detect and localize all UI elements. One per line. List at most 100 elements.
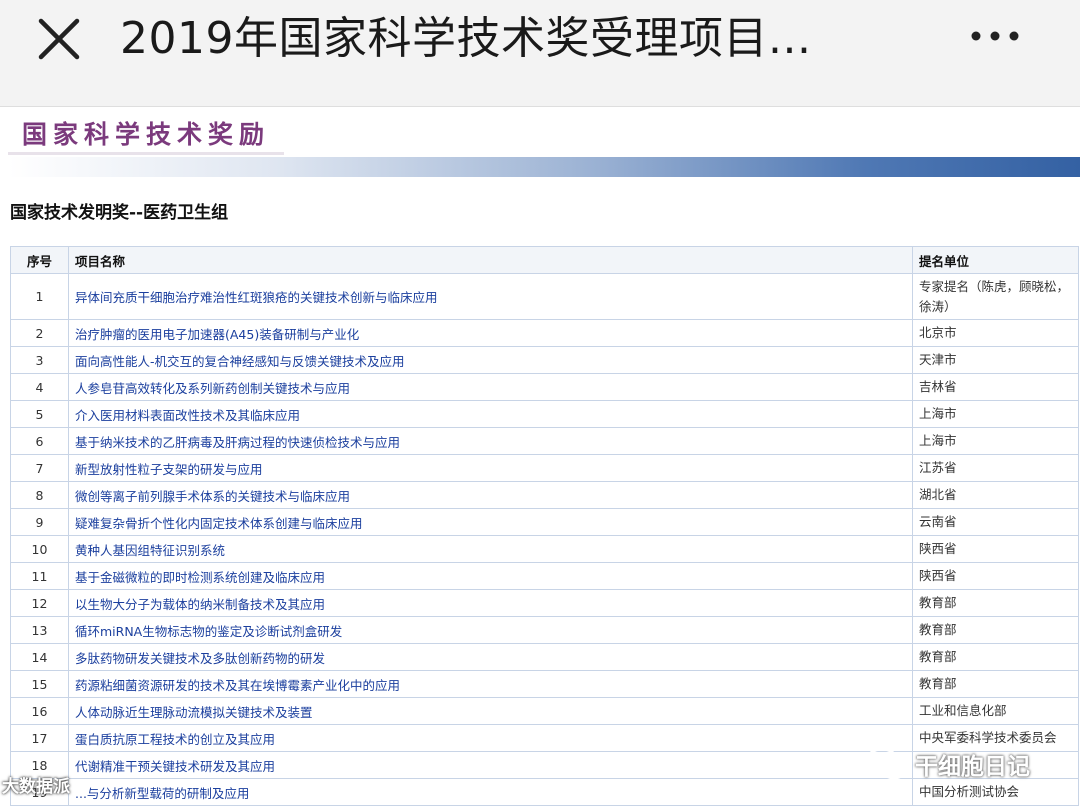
table-row: 4 人参皂苷高效转化及系列新药创制关键技术与应用 吉林省 [10, 373, 1079, 401]
row-nominating-org: 云南省 [912, 508, 1079, 536]
table-row: 3 面向高性能人-机交互的复合神经感知与反馈关键技术及应用 天津市 [10, 346, 1079, 374]
row-project-cell: 治疗肿瘤的医用电子加速器(A45)装备研制与产业化 [68, 319, 913, 347]
banner-gradient-divider [8, 157, 1080, 177]
row-nominating-org: 教育部 [912, 643, 1079, 671]
project-name-link[interactable]: 代谢精准干预关键技术研发及其应用 [75, 759, 275, 774]
row-index: 6 [10, 427, 69, 455]
row-index: 17 [10, 724, 69, 752]
row-project-cell: 多肽药物研发关键技术及多肽创新药物的研发 [68, 643, 913, 671]
row-project-cell: 人体动脉近生理脉动流模拟关键技术及装置 [68, 697, 913, 725]
row-nominating-org: 北京市 [912, 319, 1079, 347]
row-index: 2 [10, 319, 69, 347]
row-nominating-org: 吉林省 [912, 373, 1079, 401]
project-name-link[interactable]: 疑难复杂骨折个性化内固定技术体系创建与临床应用 [75, 516, 363, 531]
row-project-cell: 介入医用材料表面改性技术及其临床应用 [68, 400, 913, 428]
page-title: 2019年国家科学技术奖受理项目... [120, 13, 812, 64]
table-row: 6 基于纳米技术的乙肝病毒及肝病过程的快速侦检技术与应用 上海市 [10, 427, 1079, 455]
more-horizontal-icon [971, 31, 1019, 41]
column-header-name: 项目名称 [68, 246, 913, 274]
row-nominating-org: 湖北省 [912, 481, 1079, 509]
row-index: 12 [10, 589, 69, 617]
row-nominating-org: 江苏省 [912, 454, 1079, 482]
row-project-cell: 新型放射性粒子支架的研发与应用 [68, 454, 913, 482]
row-project-cell: 人参皂苷高效转化及系列新药创制关键技术与应用 [68, 373, 913, 401]
row-nominating-org: 工业和信息化部 [912, 697, 1079, 725]
project-name-link[interactable]: 基于金磁微粒的即时检测系统创建及临床应用 [75, 570, 325, 585]
row-index: 7 [10, 454, 69, 482]
project-name-link[interactable]: 人参皂苷高效转化及系列新药创制关键技术与应用 [75, 381, 350, 396]
project-name-link[interactable]: 人体动脉近生理脉动流模拟关键技术及装置 [75, 705, 313, 720]
project-name-link[interactable]: 微创等离子前列腺手术体系的关键技术与临床应用 [75, 489, 350, 504]
row-index: 11 [10, 562, 69, 590]
corner-watermark: 大数据派 [2, 777, 70, 797]
section-title: 国家技术发明奖--医药卫生组 [10, 203, 229, 223]
row-nominating-org: 陕西省 [912, 562, 1079, 590]
award-banner: 国家科学技术奖励 [8, 115, 284, 155]
row-project-cell: 以生物大分子为载体的纳米制备技术及其应用 [68, 589, 913, 617]
row-index: 1 [10, 273, 69, 320]
table-row: 10 黄种人基因组特征识别系统 陕西省 [10, 535, 1079, 563]
row-project-cell: 疑难复杂骨折个性化内固定技术体系创建与临床应用 [68, 508, 913, 536]
close-icon [38, 18, 80, 60]
project-name-link[interactable]: 以生物大分子为载体的纳米制备技术及其应用 [75, 597, 325, 612]
project-name-link[interactable]: 面向高性能人-机交互的复合神经感知与反馈关键技术及应用 [75, 354, 405, 369]
award-projects-table: 序号 项目名称 提名单位 1 异体间充质干细胞治疗难治性红斑狼疮的关键技术创新与临… [10, 246, 1079, 806]
table-body: 1 异体间充质干细胞治疗难治性红斑狼疮的关键技术创新与临床应用 专家提名（陈虎，顾晓… [10, 273, 1079, 806]
project-name-link[interactable]: 多肽药物研发关键技术及多肽创新药物的研发 [75, 651, 325, 666]
column-header-org: 提名单位 [912, 246, 1079, 274]
row-index: 16 [10, 697, 69, 725]
row-index: 9 [10, 508, 69, 536]
table-row: 2 治疗肿瘤的医用电子加速器(A45)装备研制与产业化 北京市 [10, 319, 1079, 347]
row-index: 13 [10, 616, 69, 644]
row-nominating-org: 教育部 [912, 670, 1079, 698]
row-project-cell: 药源粘细菌资源研发的技术及其在埃博霉素产业化中的应用 [68, 670, 913, 698]
row-nominating-org: 陕西省 [912, 535, 1079, 563]
row-project-cell: 蛋白质抗原工程技术的创立及其应用 [68, 724, 913, 752]
row-project-cell: 代谢精准干预关键技术研发及其应用 [68, 751, 913, 779]
table-row: 11 基于金磁微粒的即时检测系统创建及临床应用 陕西省 [10, 562, 1079, 590]
row-nominating-org: 教育部 [912, 589, 1079, 617]
row-nominating-org: 上海市 [912, 400, 1079, 428]
close-button[interactable] [36, 16, 82, 62]
table-row: 5 介入医用材料表面改性技术及其临床应用 上海市 [10, 400, 1079, 428]
row-nominating-org: 上海市 [912, 427, 1079, 455]
project-name-link[interactable]: 药源粘细菌资源研发的技术及其在埃博霉素产业化中的应用 [75, 678, 400, 693]
row-index: 14 [10, 643, 69, 671]
watermark-text: 干细胞日记 [915, 754, 1030, 780]
row-project-cell: 微创等离子前列腺手术体系的关键技术与临床应用 [68, 481, 913, 509]
table-row: 8 微创等离子前列腺手术体系的关键技术与临床应用 湖北省 [10, 481, 1079, 509]
table-header-row: 序号 项目名称 提名单位 [10, 246, 1079, 274]
project-name-link[interactable]: 黄种人基因组特征识别系统 [75, 543, 225, 558]
row-index: 15 [10, 670, 69, 698]
table-row: 7 新型放射性粒子支架的研发与应用 江苏省 [10, 454, 1079, 482]
row-nominating-org: 教育部 [912, 616, 1079, 644]
project-name-link[interactable]: 蛋白质抗原工程技术的创立及其应用 [75, 732, 275, 747]
row-project-cell: 黄种人基因组特征识别系统 [68, 535, 913, 563]
row-index: 10 [10, 535, 69, 563]
table-row: 12 以生物大分子为载体的纳米制备技术及其应用 教育部 [10, 589, 1079, 617]
row-project-cell: ...与分析新型载荷的研制及应用 [68, 778, 913, 806]
row-index: 3 [10, 346, 69, 374]
row-index: 4 [10, 373, 69, 401]
project-name-link[interactable]: 新型放射性粒子支架的研发与应用 [75, 462, 263, 477]
table-row: 15 药源粘细菌资源研发的技术及其在埃博霉素产业化中的应用 教育部 [10, 670, 1079, 698]
project-name-link[interactable]: 基于纳米技术的乙肝病毒及肝病过程的快速侦检技术与应用 [75, 435, 400, 450]
more-options-button[interactable] [966, 22, 1026, 50]
table-row: 16 人体动脉近生理脉动流模拟关键技术及装置 工业和信息化部 [10, 697, 1079, 725]
project-name-link[interactable]: 治疗肿瘤的医用电子加速器(A45)装备研制与产业化 [75, 327, 359, 342]
column-header-index: 序号 [10, 246, 69, 274]
title-bar: 2019年国家科学技术奖受理项目... [0, 0, 1080, 107]
table-row: 14 多肽药物研发关键技术及多肽创新药物的研发 教育部 [10, 643, 1079, 671]
project-name-link[interactable]: 介入医用材料表面改性技术及其临床应用 [75, 408, 300, 423]
row-index: 8 [10, 481, 69, 509]
project-name-link[interactable]: ...与分析新型载荷的研制及应用 [75, 786, 249, 801]
wechat-icon [865, 747, 908, 780]
table-row: 13 循环miRNA生物标志物的鉴定及诊断试剂盒研发 教育部 [10, 616, 1079, 644]
row-nominating-org: 专家提名（陈虎，顾晓松，徐涛） [912, 273, 1079, 320]
row-project-cell: 基于金磁微粒的即时检测系统创建及临床应用 [68, 562, 913, 590]
project-name-link[interactable]: 循环miRNA生物标志物的鉴定及诊断试剂盒研发 [75, 624, 342, 639]
row-index: 5 [10, 400, 69, 428]
project-name-link[interactable]: 异体间充质干细胞治疗难治性红斑狼疮的关键技术创新与临床应用 [75, 290, 438, 305]
row-nominating-org: 天津市 [912, 346, 1079, 374]
row-project-cell: 面向高性能人-机交互的复合神经感知与反馈关键技术及应用 [68, 346, 913, 374]
